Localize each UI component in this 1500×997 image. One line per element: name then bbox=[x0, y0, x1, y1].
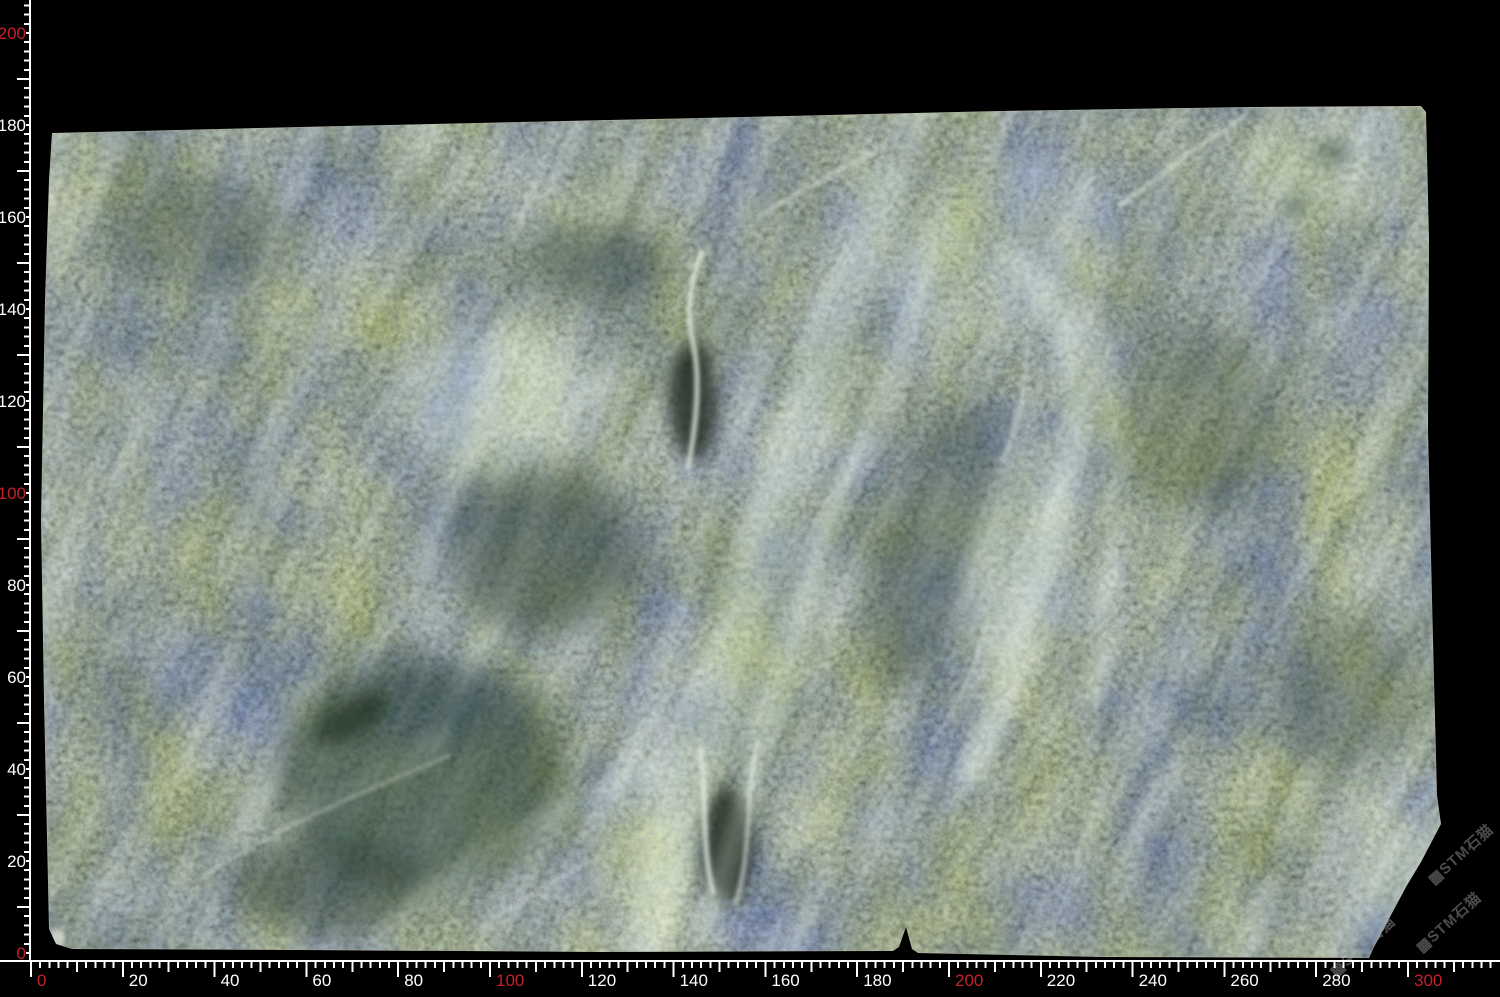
h-ruler-label: 120 bbox=[588, 971, 616, 990]
h-ruler-label: 80 bbox=[404, 971, 423, 990]
h-ruler-label: 160 bbox=[771, 971, 799, 990]
slab-scan-viewport: ▦STM石猫▦STM石猫▦STM石猫 bbox=[0, 0, 1500, 997]
h-ruler-label: 220 bbox=[1047, 971, 1075, 990]
v-ruler-label: 200 bbox=[0, 24, 26, 43]
h-ruler-label: 260 bbox=[1230, 971, 1258, 990]
v-ruler-label: 160 bbox=[0, 208, 26, 227]
v-ruler-label: 80 bbox=[7, 576, 26, 595]
h-ruler-label: 180 bbox=[863, 971, 891, 990]
v-ruler-label: 100 bbox=[0, 484, 26, 503]
h-ruler-label: 40 bbox=[221, 971, 240, 990]
screenshot-root: { "image": { "width": 1500, "height": 99… bbox=[0, 0, 1500, 997]
h-ruler-label: 280 bbox=[1322, 971, 1350, 990]
v-ruler-label: 140 bbox=[0, 300, 26, 319]
v-ruler-label: 0 bbox=[17, 944, 26, 963]
v-ruler-label: 60 bbox=[7, 668, 26, 687]
slab-scan-image: ▦STM石猫▦STM石猫▦STM石猫 bbox=[0, 0, 1500, 997]
h-ruler-label: 0 bbox=[37, 971, 46, 990]
v-ruler-label: 40 bbox=[7, 760, 26, 779]
v-ruler-label: 20 bbox=[7, 852, 26, 871]
h-ruler-label: 60 bbox=[312, 971, 331, 990]
h-ruler-label: 140 bbox=[680, 971, 708, 990]
v-ruler-label: 180 bbox=[0, 116, 26, 135]
h-ruler-label: 240 bbox=[1139, 971, 1167, 990]
h-ruler-label: 300 bbox=[1414, 971, 1442, 990]
h-ruler-label: 100 bbox=[496, 971, 524, 990]
h-ruler-label: 200 bbox=[955, 971, 983, 990]
v-ruler-label: 120 bbox=[0, 392, 26, 411]
stone-slab bbox=[0, 0, 1500, 997]
h-ruler-label: 20 bbox=[129, 971, 148, 990]
